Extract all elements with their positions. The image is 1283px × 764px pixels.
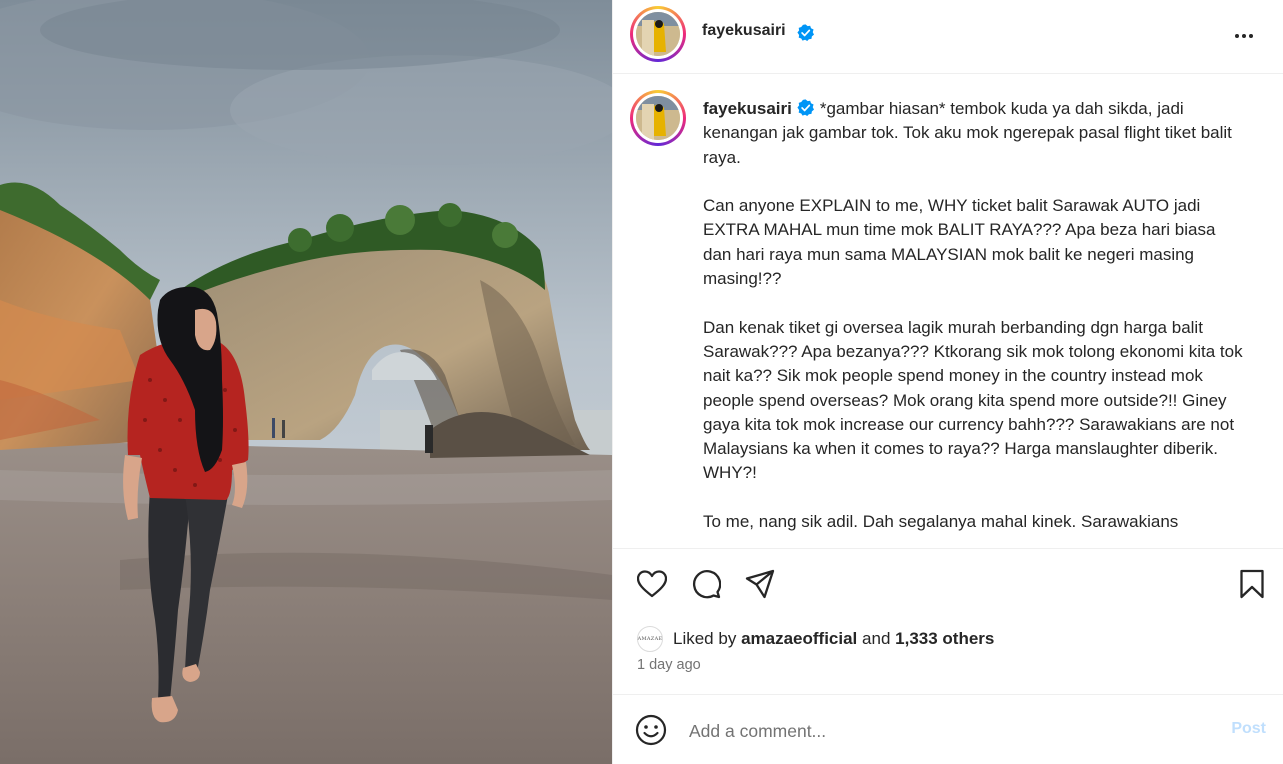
- post-details-panel: fayekusairi fayekusairi *gambar hiasan* …: [612, 0, 1283, 764]
- heart-icon[interactable]: [635, 567, 669, 601]
- caption-scroll-area[interactable]: fayekusairi *gambar hiasan* tembok kuda y…: [613, 75, 1283, 547]
- post-actions: AMAZAE Liked by amazaeofficial and 1,333…: [613, 548, 1283, 695]
- post-timestamp[interactable]: 1 day ago: [637, 657, 701, 673]
- comment-icon[interactable]: [689, 567, 723, 601]
- avatar-image: [636, 12, 680, 56]
- post-photo[interactable]: [0, 0, 612, 764]
- liker-username[interactable]: amazaeofficial: [741, 629, 857, 649]
- comment-composer: Post: [613, 696, 1283, 764]
- liker-avatar[interactable]: AMAZAE: [637, 626, 663, 652]
- likes-conjunction: and: [862, 629, 891, 648]
- post-comment-button[interactable]: Post: [1231, 720, 1266, 738]
- author-avatar[interactable]: [630, 6, 686, 62]
- likes-others-link[interactable]: 1,333 others: [895, 629, 994, 649]
- caption-author-avatar[interactable]: [630, 90, 686, 146]
- caption-body: *gambar hiasan* tembok kuda ya dah sikda…: [703, 99, 1243, 532]
- share-icon[interactable]: [743, 567, 777, 601]
- post-header: fayekusairi: [613, 0, 1283, 74]
- verified-badge-icon: [797, 24, 814, 41]
- caption-username[interactable]: fayekusairi: [703, 99, 792, 118]
- beach-rock-arch-photo: [0, 0, 612, 764]
- verified-badge-icon: [797, 99, 814, 116]
- caption: fayekusairi *gambar hiasan* tembok kuda y…: [703, 97, 1243, 534]
- comment-input[interactable]: [689, 714, 1189, 748]
- likes-summary: AMAZAE Liked by amazaeofficial and 1,333…: [637, 625, 994, 653]
- likes-prefix: Liked by: [673, 629, 737, 648]
- bookmark-icon[interactable]: [1235, 567, 1269, 601]
- instagram-post-modal: fayekusairi fayekusairi *gambar hiasan* …: [0, 0, 1283, 764]
- more-options-icon[interactable]: [1228, 20, 1260, 52]
- emoji-icon[interactable]: [635, 714, 669, 748]
- avatar-image: [636, 96, 680, 140]
- author-username[interactable]: fayekusairi: [702, 22, 786, 40]
